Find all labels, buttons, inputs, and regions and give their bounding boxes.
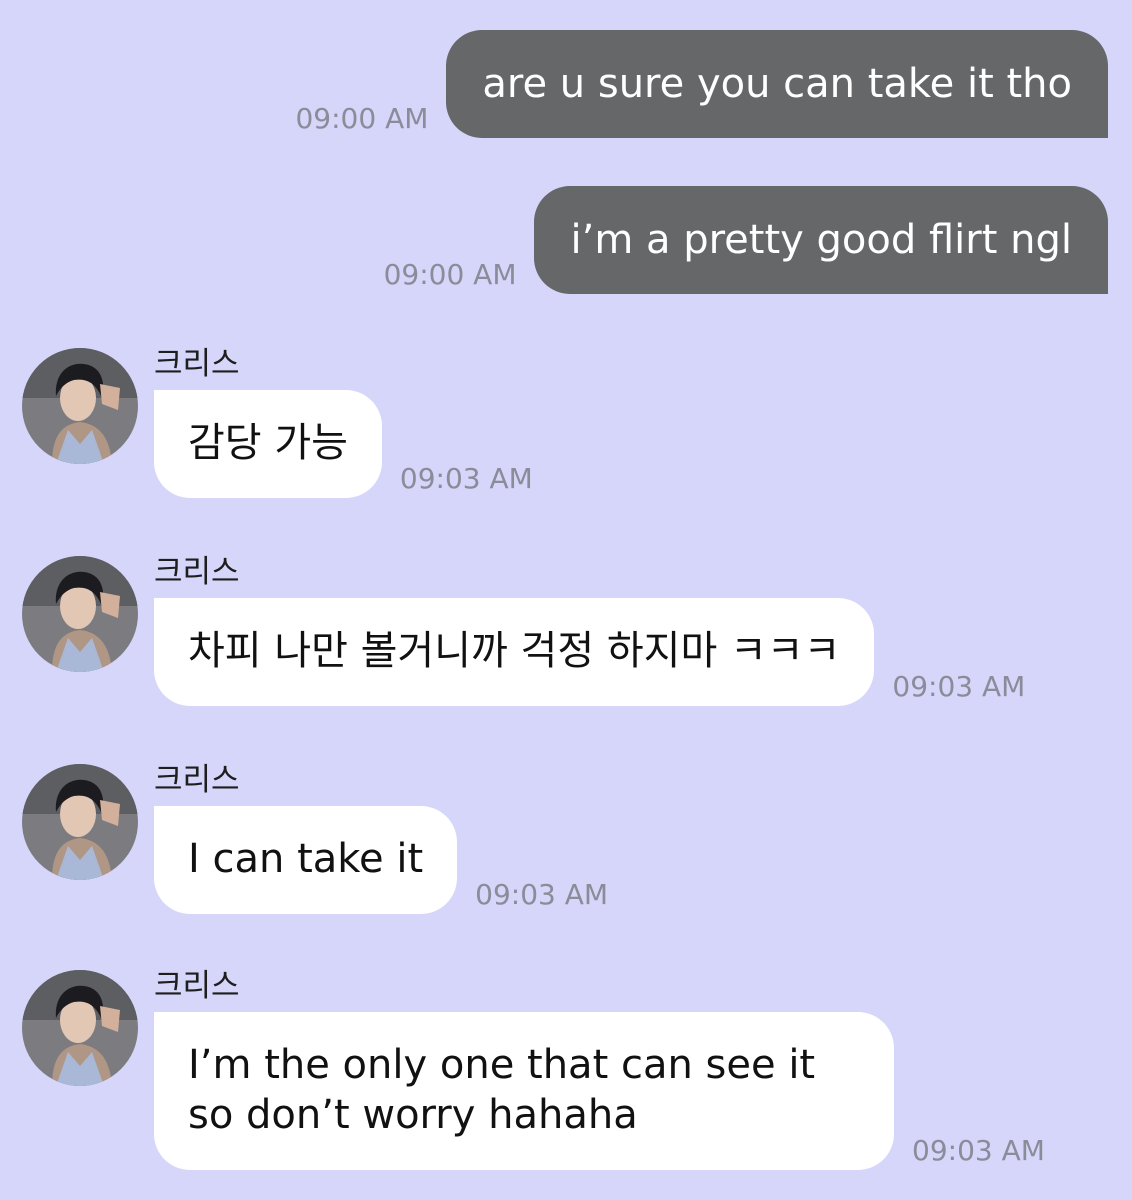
message-timestamp: 09:00 AM bbox=[295, 102, 429, 135]
sender-name: 크리스 bbox=[154, 346, 240, 382]
message-line: I can take it 09:03 AM bbox=[154, 806, 608, 914]
message-row-incoming: 크리스 감당 가능 09:03 AM bbox=[22, 346, 533, 498]
message-bubble-incoming[interactable]: I’m the only one that can see it so don’… bbox=[154, 1012, 894, 1170]
avatar-photo-icon bbox=[22, 970, 138, 1086]
message-row-incoming: 크리스 차피 나만 볼거니까 걱정 하지마 ㅋㅋㅋ 09:03 AM bbox=[22, 554, 1025, 706]
message-bubble-incoming[interactable]: I can take it bbox=[154, 806, 458, 914]
message-line: 감당 가능 09:03 AM bbox=[154, 390, 533, 498]
message-bubble-outgoing[interactable]: i’m a pretty good flirt ngl bbox=[534, 186, 1108, 294]
avatar[interactable] bbox=[22, 348, 138, 464]
message-row-incoming: 크리스 I can take it 09:03 AM bbox=[22, 762, 608, 914]
message-content: 크리스 I’m the only one that can see it so … bbox=[154, 968, 1045, 1170]
avatar-photo-icon bbox=[22, 764, 138, 880]
message-content: 크리스 차피 나만 볼거니까 걱정 하지마 ㅋㅋㅋ 09:03 AM bbox=[154, 554, 1025, 706]
message-line: I’m the only one that can see it so don’… bbox=[154, 1012, 1045, 1170]
message-row-outgoing: 09:00 AM i’m a pretty good flirt ngl bbox=[384, 186, 1108, 294]
avatar[interactable] bbox=[22, 970, 138, 1086]
avatar-photo-icon bbox=[22, 348, 138, 464]
message-bubble-incoming[interactable]: 차피 나만 볼거니까 걱정 하지마 ㅋㅋㅋ bbox=[154, 598, 875, 706]
message-bubble-incoming[interactable]: 감당 가능 bbox=[154, 390, 382, 498]
avatar-photo-icon bbox=[22, 556, 138, 672]
message-line: 차피 나만 볼거니까 걱정 하지마 ㅋㅋㅋ 09:03 AM bbox=[154, 598, 1025, 706]
message-timestamp: 09:03 AM bbox=[399, 462, 533, 495]
message-row-outgoing: 09:00 AM are u sure you can take it tho bbox=[295, 30, 1108, 138]
message-timestamp: 09:00 AM bbox=[383, 258, 517, 291]
message-row-incoming: 크리스 I’m the only one that can see it so … bbox=[22, 968, 1045, 1170]
avatar[interactable] bbox=[22, 556, 138, 672]
message-timestamp: 09:03 AM bbox=[475, 878, 609, 911]
chat-thread: 09:00 AM are u sure you can take it tho … bbox=[0, 0, 1132, 1200]
sender-name: 크리스 bbox=[154, 554, 240, 590]
message-content: 크리스 감당 가능 09:03 AM bbox=[154, 346, 533, 498]
message-timestamp: 09:03 AM bbox=[912, 1134, 1045, 1167]
message-content: 크리스 I can take it 09:03 AM bbox=[154, 762, 608, 914]
message-timestamp: 09:03 AM bbox=[892, 670, 1026, 703]
sender-name: 크리스 bbox=[154, 762, 240, 798]
sender-name: 크리스 bbox=[154, 968, 240, 1004]
message-bubble-outgoing[interactable]: are u sure you can take it tho bbox=[446, 30, 1108, 138]
avatar[interactable] bbox=[22, 764, 138, 880]
